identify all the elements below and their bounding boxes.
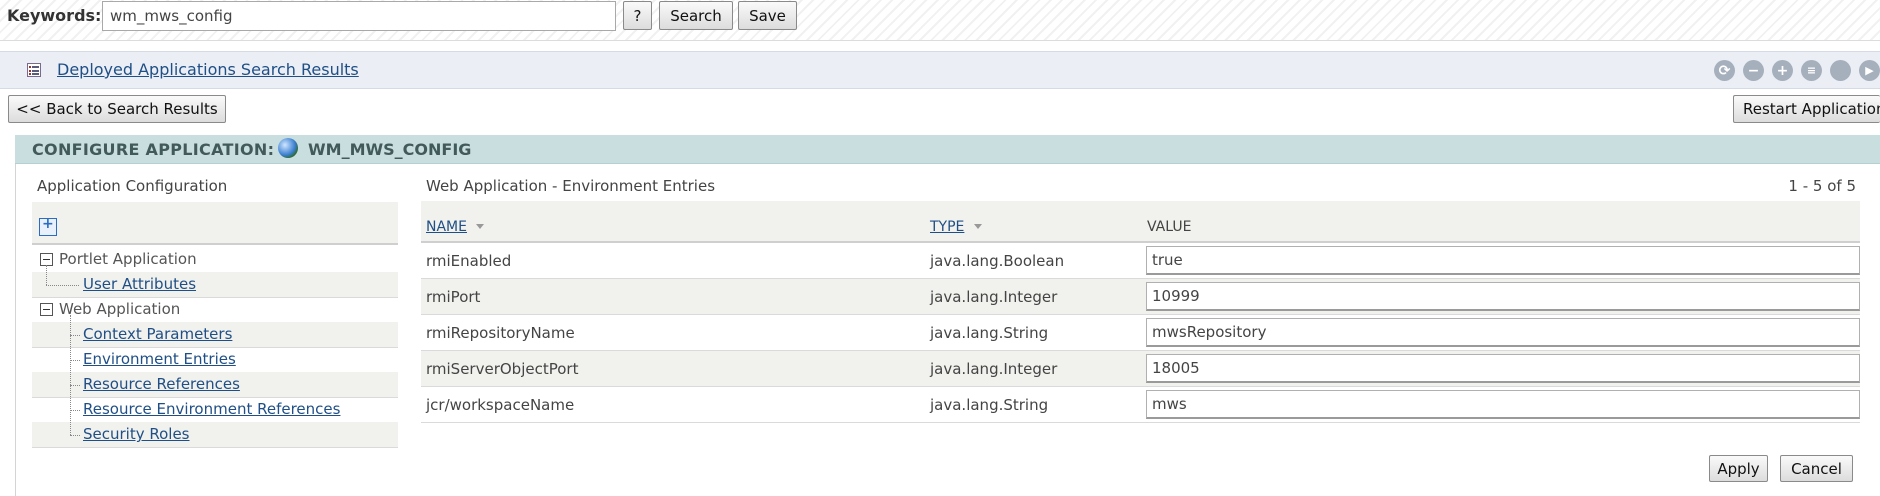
entry-type: java.lang.Integer (930, 360, 1058, 378)
tree-node-context-parameters[interactable]: Context Parameters (32, 322, 398, 348)
tree-node-label[interactable]: Context Parameters (83, 325, 232, 343)
tree-connector (70, 360, 80, 361)
help-icon[interactable] (1830, 60, 1851, 81)
column-header-type[interactable]: TYPE (930, 219, 964, 235)
tree-connector (46, 265, 47, 285)
tree-connector (70, 410, 80, 411)
tree-node-label: Web Application (59, 300, 181, 318)
entry-value-input[interactable] (1146, 390, 1860, 419)
save-button[interactable]: Save (738, 1, 797, 30)
entry-name: rmiEnabled (426, 252, 512, 270)
entry-value-input[interactable] (1146, 246, 1860, 275)
entry-name: rmiServerObjectPort (426, 360, 579, 378)
sort-arrow-icon[interactable] (476, 224, 484, 229)
tree-node-resource-references[interactable]: Resource References (32, 372, 398, 398)
table-row: rmiEnabled java.lang.Boolean (421, 243, 1860, 279)
tree-toolbar: + (32, 202, 398, 245)
sort-arrow-icon[interactable] (974, 224, 982, 229)
tree-node-label[interactable]: User Attributes (83, 275, 196, 293)
expand-all-icon[interactable]: + (39, 216, 57, 236)
entry-value-input[interactable] (1146, 282, 1860, 311)
portlet-header: Deployed Applications Search Results ⟳ −… (0, 51, 1880, 89)
properties-icon[interactable]: ≡ (1801, 60, 1822, 81)
tree-node-portlet-application[interactable]: Portlet Application (32, 247, 398, 273)
entry-value-input[interactable] (1146, 354, 1860, 383)
column-header-name[interactable]: NAME (426, 219, 467, 235)
tree-node-label[interactable]: Resource References (83, 375, 240, 393)
more-icon[interactable]: ▶ (1859, 60, 1880, 81)
keyword-search-bar: Keywords: ? Search Save (0, 0, 1880, 41)
tree-connector (70, 335, 80, 336)
column-header-value: VALUE (1147, 219, 1192, 235)
refresh-icon[interactable]: ⟳ (1714, 60, 1735, 81)
entry-type: java.lang.String (930, 324, 1049, 342)
tree-node-label: Portlet Application (59, 250, 197, 268)
portlet-tools: ⟳ − + ≡ ▶ (1714, 60, 1880, 81)
configure-application-header: CONFIGURE APPLICATION: WM_MWS_CONFIG (15, 135, 1880, 164)
table-row: rmiPort java.lang.Integer (421, 279, 1860, 315)
table-header-row (421, 201, 1860, 243)
entry-name: rmiRepositoryName (426, 324, 575, 342)
tree-connector (70, 435, 80, 436)
table-result-count: 1 - 5 of 5 (1788, 177, 1856, 195)
help-button[interactable]: ? (623, 1, 652, 30)
globe-icon (278, 138, 298, 158)
tree-node-web-application[interactable]: Web Application (32, 297, 398, 323)
apply-button[interactable]: Apply (1709, 455, 1768, 482)
cancel-button[interactable]: Cancel (1780, 455, 1853, 482)
tree-node-label[interactable]: Environment Entries (83, 350, 236, 368)
tree-connector (46, 285, 79, 286)
search-button[interactable]: Search (659, 1, 733, 30)
back-to-search-results-button[interactable]: << Back to Search Results (8, 95, 226, 123)
configure-application-heading: CONFIGURE APPLICATION: (32, 140, 275, 159)
entry-type: java.lang.String (930, 396, 1049, 414)
minimize-icon[interactable]: − (1743, 60, 1764, 81)
tree-title: Application Configuration (37, 177, 228, 195)
tree-node-security-roles[interactable]: Security Roles (32, 422, 398, 448)
table-row: rmiServerObjectPort java.lang.Integer (421, 351, 1860, 387)
entry-type: java.lang.Boolean (930, 252, 1065, 270)
entry-name: rmiPort (426, 288, 481, 306)
tree-node-label[interactable]: Security Roles (83, 425, 190, 443)
tree-connector (70, 385, 80, 386)
application-name: WM_MWS_CONFIG (308, 140, 472, 159)
keywords-input[interactable] (102, 1, 616, 31)
keywords-label: Keywords: (7, 6, 102, 25)
tree-connector (70, 315, 71, 435)
table-row: jcr/workspaceName java.lang.String (421, 387, 1860, 423)
entry-value-input[interactable] (1146, 318, 1860, 347)
tree-node-label[interactable]: Resource Environment References (83, 400, 340, 418)
portlet-title-link[interactable]: Deployed Applications Search Results (57, 60, 359, 79)
maximize-icon[interactable]: + (1772, 60, 1793, 81)
list-icon (27, 63, 41, 77)
tree-node-user-attributes[interactable]: User Attributes (32, 272, 398, 298)
restart-application-button[interactable]: Restart Application (1733, 95, 1880, 123)
collapse-icon[interactable] (40, 303, 53, 316)
tree-node-resource-environment-references[interactable]: Resource Environment References (32, 397, 398, 423)
table-row: rmiRepositoryName java.lang.String (421, 315, 1860, 351)
entry-name: jcr/workspaceName (426, 396, 575, 414)
entry-type: java.lang.Integer (930, 288, 1058, 306)
table-title: Web Application - Environment Entries (426, 177, 716, 195)
tree-node-environment-entries[interactable]: Environment Entries (32, 347, 398, 373)
